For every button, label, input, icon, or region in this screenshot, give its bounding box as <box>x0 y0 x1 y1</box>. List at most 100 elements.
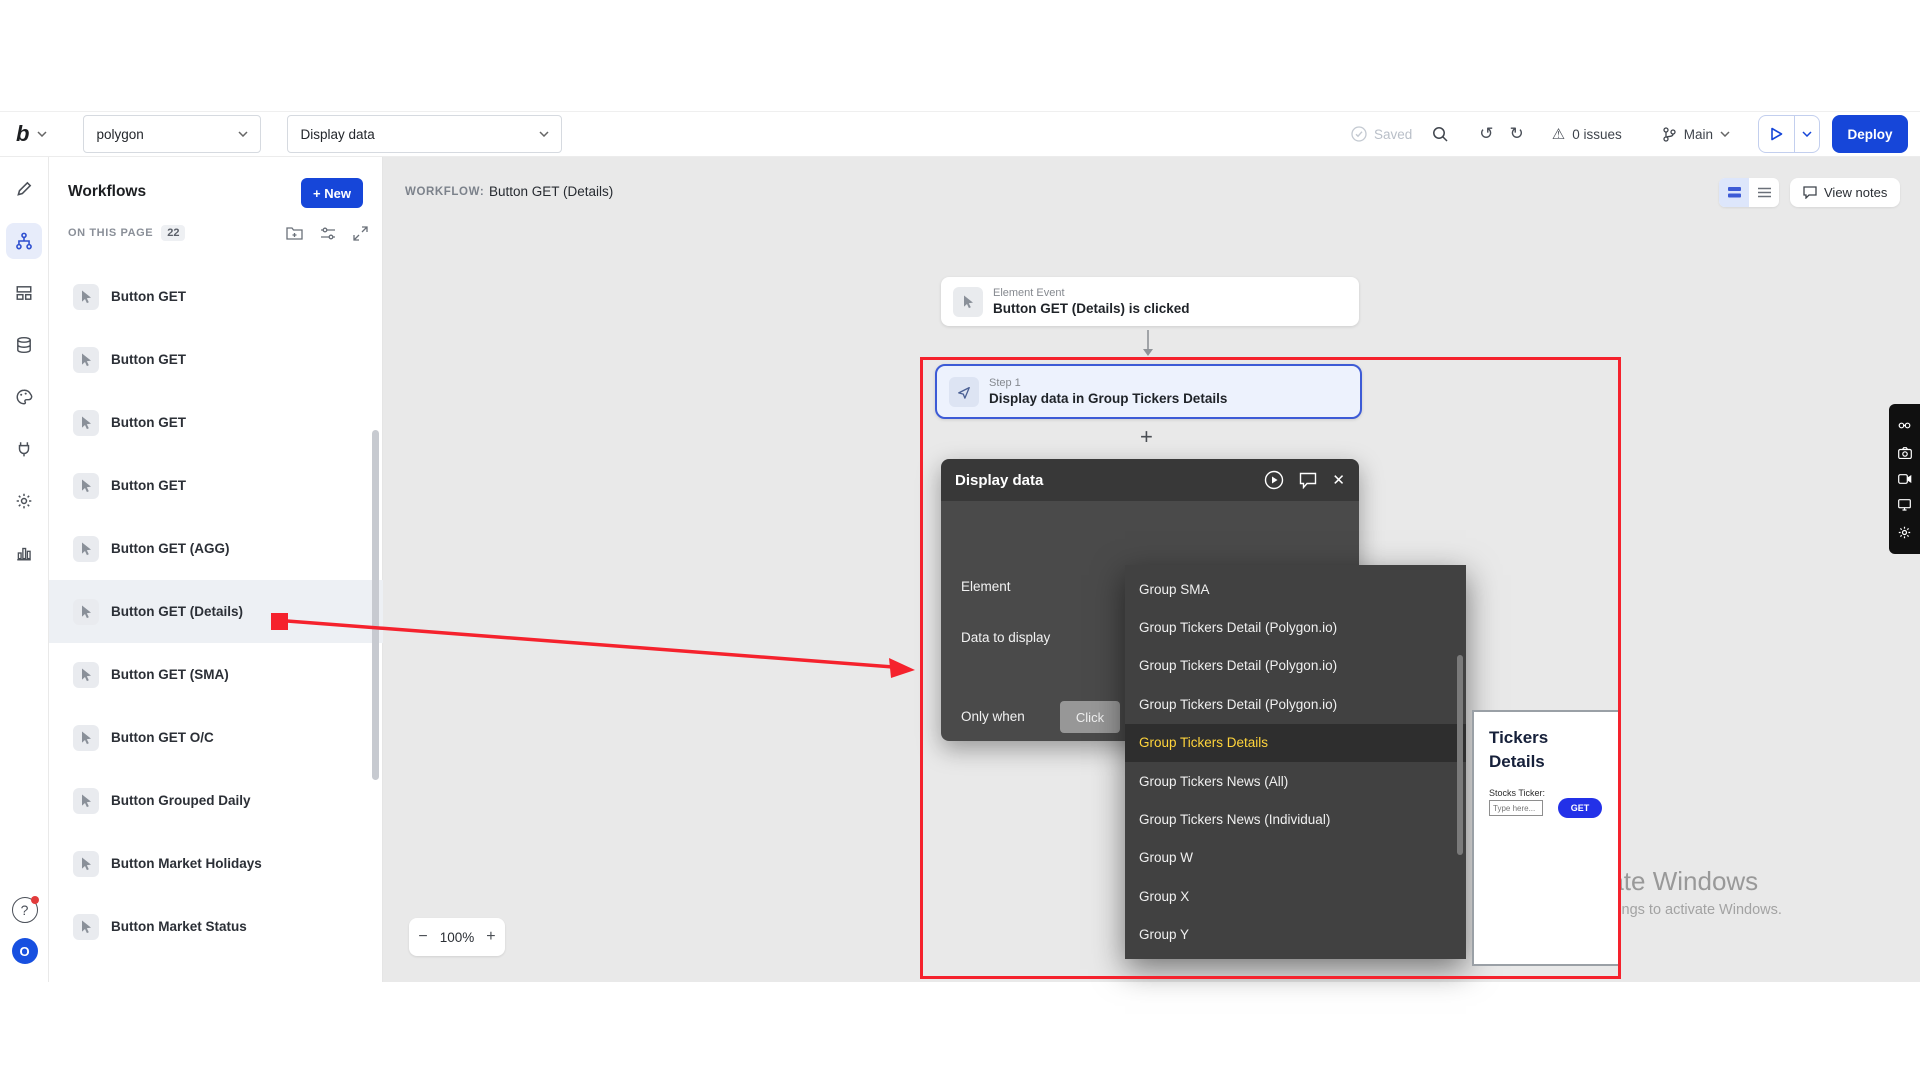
workflow-list-item[interactable]: Button GET <box>49 391 383 454</box>
workflow-list-item[interactable]: Button GET (Details) <box>49 580 383 643</box>
nav-layout-icon[interactable] <box>6 275 42 311</box>
undo-icon[interactable]: ↺ <box>1479 124 1493 144</box>
workflow-list-item[interactable]: Button GET <box>49 265 383 328</box>
check-circle-icon <box>1351 126 1367 142</box>
view-list-icon[interactable] <box>1749 178 1779 207</box>
help-button[interactable]: ? <box>12 897 38 923</box>
workflow-list: Button GET Button GET Button GET <box>49 265 383 958</box>
nav-styles-icon[interactable] <box>6 379 42 415</box>
capture-screen-icon[interactable] <box>1898 499 1911 511</box>
button-element-icon <box>73 851 99 877</box>
element-option-label: Group Tickers Details <box>1139 735 1268 750</box>
run-options-chevron-icon[interactable] <box>1795 116 1819 152</box>
popup-header[interactable]: Display data ✕ <box>941 459 1359 501</box>
capture-link-icon[interactable] <box>1898 419 1911 432</box>
nav-design-pencil-icon[interactable] <box>6 171 42 207</box>
workflow-list-item[interactable]: Button Market Status <box>49 895 383 958</box>
preview-get-button[interactable]: GET <box>1558 798 1602 818</box>
view-cards-icon[interactable] <box>1719 178 1749 207</box>
element-option[interactable]: Group SMA <box>1125 570 1466 608</box>
run-step-play-icon[interactable] <box>1264 470 1284 490</box>
element-option[interactable]: Group W <box>1125 839 1466 877</box>
dropdown-scrollbar[interactable] <box>1457 655 1463 855</box>
button-element-icon <box>73 662 99 688</box>
workflow-list-item[interactable]: Button Grouped Daily <box>49 769 383 832</box>
button-element-icon <box>73 725 99 751</box>
workflow-list-item[interactable]: Button GET (SMA) <box>49 643 383 706</box>
page-preview-panel[interactable]: Tickers Details Stocks Ticker: GET <box>1472 710 1621 966</box>
logo-chevron-down-icon[interactable] <box>37 131 47 137</box>
zoom-level: 100% <box>440 930 475 945</box>
event-title: Button GET (Details) is clicked <box>993 300 1190 317</box>
app-selector-value: polygon <box>96 127 143 142</box>
connector-arrow-icon <box>1141 330 1155 358</box>
new-workflow-button[interactable]: + New <box>301 178 363 208</box>
workflow-item-label: Button Market Status <box>111 919 247 934</box>
preview-ticker-input[interactable] <box>1489 800 1543 816</box>
issues-indicator[interactable]: ⚠ 0 issues <box>1552 125 1622 143</box>
element-option[interactable]: Group Tickers Detail (Polygon.io) <box>1125 685 1466 723</box>
nav-plugins-icon[interactable] <box>6 431 42 467</box>
element-option[interactable]: Group Tickers Detail (Polygon.io) <box>1125 608 1466 646</box>
event-card[interactable]: Element Event Button GET (Details) is cl… <box>941 277 1359 326</box>
capture-settings-gear-icon[interactable] <box>1898 526 1911 539</box>
workflow-item-label: Button GET O/C <box>111 730 214 745</box>
app-selector-dropdown[interactable]: polygon <box>83 115 261 153</box>
element-option-label: Group X <box>1139 889 1189 904</box>
button-element-icon <box>73 536 99 562</box>
filter-sliders-icon[interactable] <box>320 226 336 241</box>
popup-title: Display data <box>955 472 1043 489</box>
workflow-list-item[interactable]: Button GET O/C <box>49 706 383 769</box>
comment-icon[interactable] <box>1299 472 1317 489</box>
warning-icon: ⚠ <box>1552 125 1565 143</box>
expand-icon[interactable] <box>353 226 368 241</box>
element-option[interactable]: Group Y <box>1125 916 1466 954</box>
editor-nav-rail <box>0 157 49 982</box>
event-kind-label: Element Event <box>993 286 1190 300</box>
new-folder-icon[interactable] <box>286 226 303 241</box>
redo-icon[interactable]: ↻ <box>1510 124 1524 144</box>
only-when-click-button[interactable]: Click <box>1060 701 1120 733</box>
element-option[interactable]: Group X <box>1125 877 1466 915</box>
canvas-view-toggle[interactable] <box>1719 178 1779 207</box>
panel-scrollbar[interactable] <box>372 430 379 780</box>
deploy-button[interactable]: Deploy <box>1832 115 1908 153</box>
screen-capture-toolbar <box>1889 404 1920 554</box>
display-data-step-icon <box>949 377 979 407</box>
workflow-list-item[interactable]: Button GET (AGG) <box>49 517 383 580</box>
nav-logs-chart-icon[interactable] <box>6 535 42 571</box>
element-option[interactable]: Group Tickers News (Individual) <box>1125 800 1466 838</box>
view-notes-button[interactable]: View notes <box>1790 178 1900 207</box>
workflow-list-item[interactable]: Button Market Holidays <box>49 832 383 895</box>
nav-data-database-icon[interactable] <box>6 327 42 363</box>
workflow-item-label: Button GET <box>111 415 186 430</box>
element-option[interactable]: Group Tickers Detail (Polygon.io) <box>1125 647 1466 685</box>
branch-selector[interactable]: Main <box>1662 127 1730 142</box>
zoom-in-button[interactable]: + <box>486 928 495 946</box>
workflow-item-label: Button Market Holidays <box>111 856 262 871</box>
add-action-button[interactable]: + <box>1140 424 1153 450</box>
zoom-out-button[interactable]: − <box>418 928 427 946</box>
nav-settings-gear-icon[interactable] <box>6 483 42 519</box>
saved-status: Saved <box>1351 126 1412 142</box>
workflow-list-item[interactable]: Button GET <box>49 328 383 391</box>
workflow-item-label: Button GET (AGG) <box>111 541 229 556</box>
preview-run-button[interactable] <box>1758 115 1820 153</box>
button-element-icon <box>73 473 99 499</box>
element-option-label: Group SMA <box>1139 582 1210 597</box>
capture-camera-icon[interactable] <box>1898 447 1912 459</box>
workflow-list-item[interactable]: Button GET <box>49 454 383 517</box>
page-selector-dropdown[interactable]: Display data <box>287 115 562 153</box>
search-icon[interactable] <box>1432 126 1449 143</box>
help-area: ? <box>0 897 49 923</box>
nav-workflow-icon[interactable] <box>6 223 42 259</box>
branch-name: Main <box>1684 127 1713 142</box>
capture-video-icon[interactable] <box>1898 474 1912 484</box>
bubble-logo[interactable]: b <box>16 121 29 147</box>
element-option[interactable]: Group Tickers Details <box>1125 724 1466 762</box>
step-card-selected[interactable]: Step 1 Display data in Group Tickers Det… <box>935 364 1362 419</box>
play-icon[interactable] <box>1759 116 1794 152</box>
user-avatar[interactable]: O <box>12 938 38 964</box>
element-option[interactable]: Group Tickers News (All) <box>1125 762 1466 800</box>
close-icon[interactable]: ✕ <box>1332 471 1345 489</box>
